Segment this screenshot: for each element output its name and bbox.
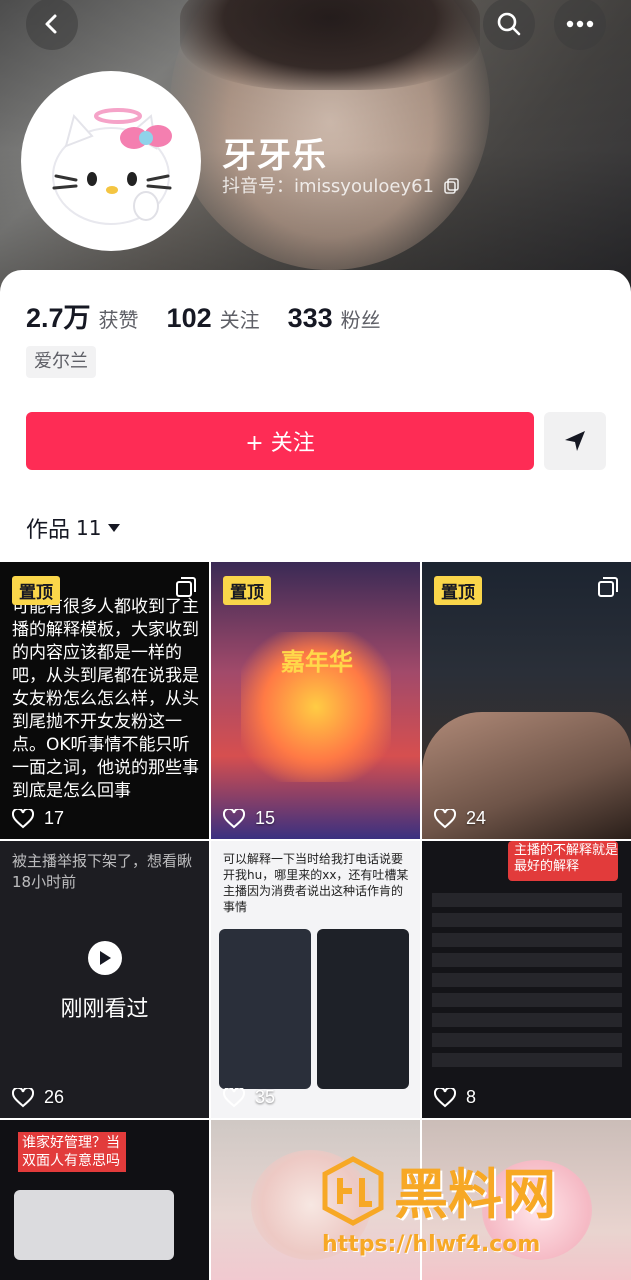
location-tag: 爱尔兰 [26, 346, 96, 378]
hello-kitty-avatar-icon [52, 108, 172, 225]
video-item[interactable]: 谁家好管理？当双面人有意思吗 [0, 1120, 209, 1280]
stat-following[interactable]: 102 关注 [167, 303, 260, 334]
video-item[interactable]: 嘉年华 置顶 15 [211, 562, 420, 839]
video-item[interactable]: 可以解释一下当时给我打电话说要开我hu，哪里来的xx，还有吐槽某主播因为消费者说… [211, 841, 420, 1118]
heart-icon [223, 1087, 245, 1107]
play-icon [100, 951, 111, 965]
search-button[interactable] [483, 0, 535, 50]
video-caption: 谁家好管理？当双面人有意思吗 [18, 1132, 126, 1172]
stat-following-label: 关注 [219, 308, 260, 332]
like-count: 26 [12, 1087, 64, 1108]
more-button[interactable] [554, 0, 606, 50]
stat-following-value: 102 [166, 303, 212, 333]
like-count: 35 [223, 1087, 275, 1108]
works-count: 11 [76, 516, 102, 540]
works-label: 作品 [26, 518, 71, 543]
report-form-text [432, 893, 622, 1073]
pinned-badge: 置顶 [434, 576, 482, 605]
stat-likes-label: 获赞 [98, 308, 139, 332]
like-count-value: 15 [255, 808, 276, 828]
like-count-value: 8 [466, 1087, 477, 1107]
stat-followers-value: 333 [287, 303, 333, 333]
back-arrow-icon [45, 14, 57, 34]
video-caption: 可能有很多人都收到了主播的解释模板，大家收到的内容应该都是一样的吧，从头到尾都在… [12, 597, 199, 801]
copy-icon[interactable] [443, 178, 460, 194]
flowers-photo [482, 1160, 592, 1260]
play-button[interactable] [88, 941, 122, 975]
video-item[interactable]: 可能有很多人都收到了主播的解释模板，大家收到的内容应该都是一样的吧，从头到尾都在… [0, 562, 209, 839]
video-caption: 可以解释一下当时给我打电话说要开我hu，哪里来的xx，还有吐槽某主播因为消费者说… [223, 852, 409, 914]
video-item[interactable]: 主播的不解释就是最好的解释 8 [422, 841, 631, 1118]
profile-name: 牙牙乐 [222, 136, 327, 176]
heart-icon [434, 808, 456, 828]
like-count: 24 [434, 808, 486, 829]
plush-pig-photo [251, 1150, 371, 1260]
like-count-value: 26 [44, 1087, 65, 1107]
phone-screenshot-right [317, 929, 409, 1089]
profile-stats: 2.7万 获赞 102 关注 333 粉丝 [26, 296, 381, 335]
douyin-id-text: 抖音号：imissyouloey61 [222, 176, 435, 197]
pinned-badge: 置顶 [12, 576, 60, 605]
multi-image-icon [598, 577, 618, 597]
like-count: 8 [434, 1087, 476, 1108]
douyin-id[interactable]: 抖音号：imissyouloey61 [222, 172, 460, 198]
video-item[interactable]: 置顶 24 [422, 562, 631, 839]
more-dots-icon [566, 20, 594, 28]
video-caption: 嘉年华 [281, 648, 353, 676]
stat-followers-label: 粉丝 [340, 308, 381, 332]
stat-likes-value: 2.7万 [26, 303, 91, 333]
stat-likes[interactable]: 2.7万 获赞 [26, 296, 139, 335]
video-item[interactable] [211, 1120, 420, 1280]
works-tab[interactable]: 作品 11 [26, 512, 121, 544]
video-item[interactable]: 被主播举报下架了，想看瞅18小时前 刚刚看过 26 [0, 841, 209, 1118]
search-icon [497, 12, 521, 36]
share-button[interactable] [544, 412, 606, 470]
like-count: 15 [223, 808, 275, 829]
multi-image-icon [176, 577, 196, 597]
video-item[interactable] [422, 1120, 631, 1280]
like-count: 17 [12, 808, 64, 829]
heart-icon [12, 808, 34, 828]
heart-icon [223, 808, 245, 828]
chat-bubble [14, 1190, 174, 1260]
send-arrow-icon [565, 431, 585, 451]
pinned-badge: 置顶 [223, 576, 271, 605]
video-caption: 主播的不解释就是最好的解释 [514, 843, 619, 874]
video-caption: 被主播举报下架了，想看瞅18小时前 [12, 852, 193, 891]
follow-button[interactable]: + 关注 [26, 412, 534, 470]
recently-watched-label: 刚刚看过 [60, 997, 149, 1022]
stat-followers[interactable]: 333 粉丝 [288, 303, 381, 334]
heart-icon [434, 1087, 456, 1107]
back-button[interactable] [26, 0, 78, 50]
avatar[interactable] [26, 76, 196, 246]
heart-icon [12, 1087, 34, 1107]
caret-down-icon [108, 524, 121, 532]
like-count-value: 24 [466, 808, 487, 828]
phone-screenshot-left [219, 929, 311, 1089]
like-count-value: 35 [255, 1087, 276, 1107]
like-count-value: 17 [44, 808, 65, 828]
